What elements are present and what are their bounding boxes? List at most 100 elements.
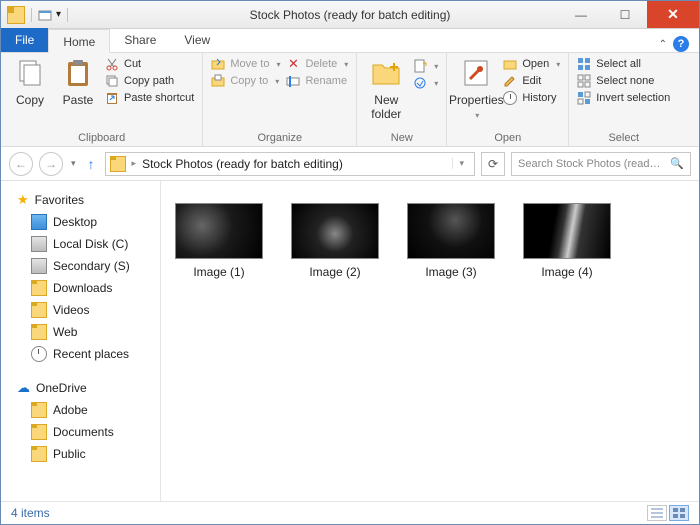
sidebar-item-videos[interactable]: Videos [1, 299, 160, 321]
tab-share[interactable]: Share [110, 28, 170, 52]
chevron-down-icon: ▾ [556, 60, 560, 69]
chevron-down-icon: ▾ [434, 62, 438, 71]
cut-button[interactable]: Cut [105, 57, 194, 71]
delete-button[interactable]: ✕Delete▾ [286, 57, 348, 71]
window-controls: — ☐ ✕ [559, 1, 699, 28]
nav-pane[interactable]: ★Favorites Desktop Local Disk (C) Second… [1, 181, 161, 501]
new-folder-button[interactable]: New folder [365, 57, 407, 121]
ribbon: Copy Paste Cut Copy path Paste shortcut … [1, 53, 699, 147]
file-thumbnail [291, 203, 379, 259]
onedrive-header[interactable]: ☁OneDrive [1, 377, 160, 399]
select-none-button[interactable]: Select none [577, 74, 670, 88]
recent-icon [31, 346, 47, 362]
history-button[interactable]: History [503, 91, 560, 105]
status-bar: 4 items [1, 501, 699, 524]
app-icon [7, 6, 25, 24]
paste-icon [62, 57, 94, 89]
onedrive-icon: ☁ [17, 380, 30, 396]
select-all-button[interactable]: Select all [577, 57, 670, 71]
properties-label: Properties [449, 93, 504, 107]
address-dropdown-icon[interactable]: ▾ [452, 158, 470, 169]
group-label: Clipboard [9, 130, 194, 144]
invert-selection-button[interactable]: Invert selection [577, 91, 670, 105]
copy-to-button[interactable]: Copy to▾ [211, 74, 280, 88]
thumbnails-icon [673, 508, 685, 518]
copy-path-button[interactable]: Copy path [105, 74, 194, 88]
search-input[interactable]: Search Stock Photos (ready fo... 🔍 [511, 152, 691, 176]
view-thumbnails-button[interactable] [669, 505, 689, 521]
view-details-button[interactable] [647, 505, 667, 521]
new-item-button[interactable]: ▾ [413, 59, 438, 73]
rename-icon [286, 74, 300, 88]
sidebar-item-web[interactable]: Web [1, 321, 160, 343]
sidebar-item-downloads[interactable]: Downloads [1, 277, 160, 299]
close-button[interactable]: ✕ [647, 1, 699, 28]
help-icon[interactable]: ? [673, 36, 689, 52]
move-to-button[interactable]: Move to▾ [211, 57, 280, 71]
group-label: Open [455, 130, 560, 144]
sidebar-item-documents[interactable]: Documents [1, 421, 160, 443]
ribbon-tabs: File Home Share View ⌃ ? [1, 29, 699, 53]
copy-path-icon [105, 74, 119, 88]
ribbon-collapse-icon[interactable]: ⌃ [659, 39, 667, 50]
qat-icon[interactable] [38, 8, 52, 22]
group-organize: Move to▾ Copy to▾ ✕Delete▾ Rename Organi… [203, 53, 357, 146]
separator [67, 8, 68, 22]
sidebar-item-adobe[interactable]: Adobe [1, 399, 160, 421]
folder-icon [31, 324, 47, 340]
group-select: Select all Select none Invert selection … [569, 53, 678, 146]
file-item[interactable]: Image (3) [403, 203, 499, 279]
folder-icon [31, 446, 47, 462]
breadcrumb-folder[interactable]: Stock Photos (ready for batch editing) [142, 157, 343, 171]
paste-button[interactable]: Paste [57, 57, 99, 107]
sidebar-item-local-disk[interactable]: Local Disk (C) [1, 233, 160, 255]
recent-locations-icon[interactable]: ▾ [69, 158, 78, 169]
window-title: Stock Photos (ready for batch editing) [250, 8, 451, 22]
select-none-icon [577, 74, 591, 88]
favorites-header[interactable]: ★Favorites [1, 189, 160, 211]
sidebar-item-desktop[interactable]: Desktop [1, 211, 160, 233]
refresh-button[interactable]: ⟳ [481, 152, 505, 176]
details-icon [651, 508, 663, 518]
qat-dropdown-icon[interactable]: ▾ [56, 9, 61, 20]
tab-home[interactable]: Home [48, 29, 110, 53]
easy-access-button[interactable]: ▾ [413, 76, 438, 90]
minimize-button[interactable]: — [559, 1, 603, 28]
edit-button[interactable]: Edit [503, 74, 560, 88]
sidebar-item-recent[interactable]: Recent places [1, 343, 160, 365]
file-item[interactable]: Image (1) [171, 203, 267, 279]
address-bar[interactable]: ▸ Stock Photos (ready for batch editing)… [105, 152, 475, 176]
properties-button[interactable]: Properties ▾ [455, 57, 497, 120]
nav-forward-button[interactable]: → [39, 152, 63, 176]
file-list[interactable]: Image (1) Image (2) Image (3) Image (4) [161, 181, 699, 501]
nav-back-button[interactable]: ← [9, 152, 33, 176]
open-button[interactable]: Open▾ [503, 57, 560, 71]
invert-selection-icon [577, 91, 591, 105]
tab-file[interactable]: File [1, 28, 48, 52]
move-to-icon [211, 57, 225, 71]
sidebar-item-secondary[interactable]: Secondary (S) [1, 255, 160, 277]
chevron-down-icon: ▾ [344, 60, 348, 69]
tab-view[interactable]: View [170, 28, 224, 52]
copy-button[interactable]: Copy [9, 57, 51, 107]
group-label: New [365, 130, 438, 144]
group-label: Select [577, 130, 670, 144]
paste-shortcut-button[interactable]: Paste shortcut [105, 91, 194, 105]
copy-label: Copy [16, 93, 44, 107]
scissors-icon [105, 57, 119, 71]
maximize-button[interactable]: ☐ [603, 1, 647, 28]
rename-button[interactable]: Rename [286, 74, 348, 88]
sidebar-item-public[interactable]: Public [1, 443, 160, 465]
nav-up-button[interactable]: ↑ [84, 156, 99, 172]
file-item[interactable]: Image (4) [519, 203, 615, 279]
select-all-icon [577, 57, 591, 71]
file-item[interactable]: Image (2) [287, 203, 383, 279]
copy-icon [14, 57, 46, 89]
separator [31, 8, 32, 22]
disk-icon [31, 236, 47, 252]
breadcrumb-separator-icon[interactable]: ▸ [132, 158, 137, 169]
file-label: Image (4) [541, 265, 592, 279]
group-new: New folder ▾ ▾ New [357, 53, 447, 146]
chevron-down-icon: ▾ [434, 79, 438, 88]
file-label: Image (2) [309, 265, 360, 279]
